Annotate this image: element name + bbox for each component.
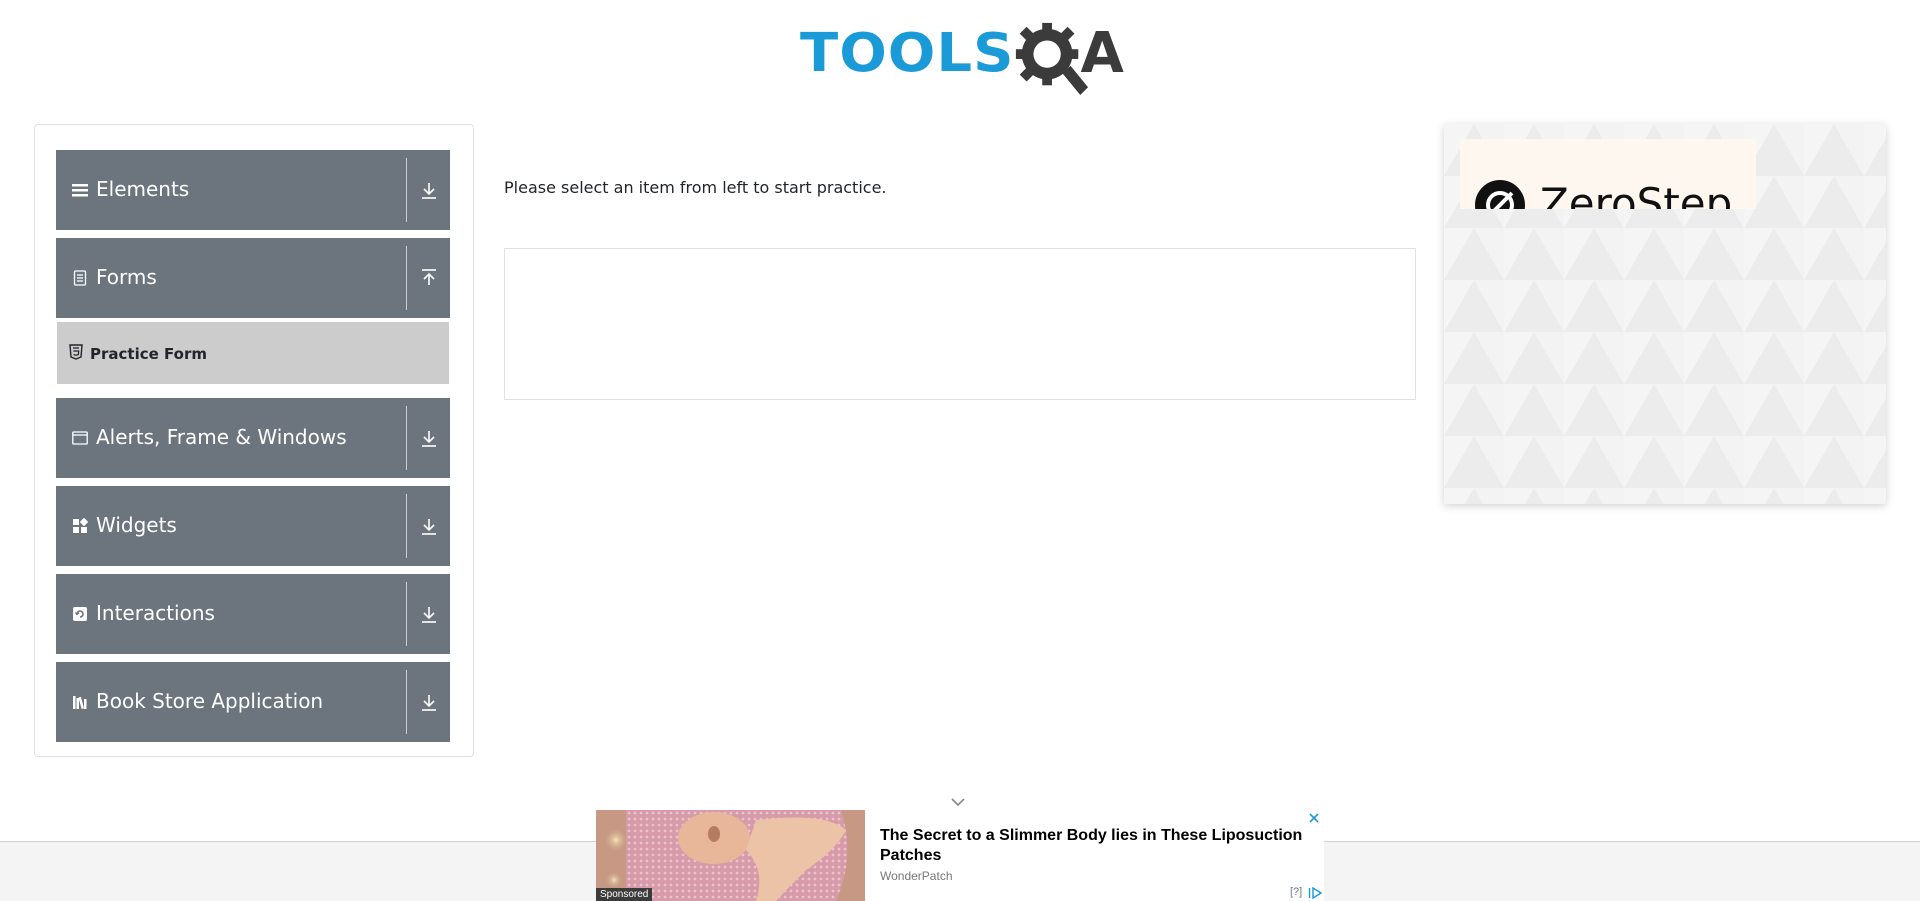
- interactions-icon: [73, 607, 87, 621]
- sidebar-group-widgets[interactable]: Widgets: [56, 486, 450, 566]
- sidebar-menu: Elements Forms Practice Form Alerts, Fra…: [34, 124, 474, 757]
- sidebar-group-forms[interactable]: Forms: [56, 238, 450, 318]
- close-icon[interactable]: [1308, 812, 1320, 824]
- chevron-down-icon[interactable]: [950, 796, 966, 808]
- window-icon: [72, 431, 88, 445]
- content-placeholder-box: [504, 248, 1416, 400]
- sidebar-group-label: Book Store Application: [96, 689, 324, 713]
- divider: [406, 246, 407, 310]
- sidebar-group-interactions[interactable]: Interactions: [56, 574, 450, 654]
- divider: [406, 582, 407, 646]
- widgets-icon: [73, 518, 88, 533]
- ad-image[interactable]: Sponsored: [596, 810, 865, 901]
- sidebar-item-practice-form[interactable]: Practice Form: [57, 322, 449, 384]
- ad-info-link[interactable]: [?]: [1290, 886, 1302, 898]
- zerostep-logo-icon: [1475, 180, 1525, 209]
- download-arrow-icon: [422, 431, 436, 447]
- sidebar-group-alerts-frame-windows[interactable]: Alerts, Frame & Windows: [56, 398, 450, 478]
- html5-icon: [69, 344, 83, 360]
- divider: [406, 494, 407, 558]
- sidebar-item-label: Practice Form: [90, 345, 207, 363]
- download-arrow-icon: [422, 695, 436, 711]
- sidebar-group-label: Elements: [96, 177, 190, 201]
- divider: [406, 406, 407, 470]
- intro-text: Please select an item from left to start…: [504, 178, 887, 197]
- sidebar-group-elements[interactable]: Elements: [56, 150, 450, 230]
- toolsqa-logo[interactable]: TOOLS A: [800, 14, 1130, 96]
- divider: [406, 158, 407, 222]
- download-arrow-icon: [422, 519, 436, 535]
- ad-advertiser[interactable]: WonderPatch: [880, 869, 953, 883]
- logo-text-tools: TOOLS: [800, 22, 1015, 85]
- side-ad-header: ZeroStep: [1460, 139, 1756, 209]
- sidebar-group-label: Widgets: [96, 513, 177, 537]
- side-ad-banner[interactable]: ZeroStep: [1444, 124, 1886, 504]
- upload-arrow-icon: [422, 269, 436, 285]
- gear-magnifier-icon: [1016, 22, 1089, 96]
- site-header: TOOLS A: [0, 0, 1920, 100]
- ad-headline[interactable]: The Secret to a Slimmer Body lies in The…: [880, 826, 1310, 866]
- sidebar-group-label: Alerts, Frame & Windows: [96, 425, 347, 449]
- sidebar-group-book-store-application[interactable]: Book Store Application: [56, 662, 450, 742]
- bottom-ad-banner[interactable]: Sponsored The Secret to a Slimmer Body l…: [596, 810, 1324, 901]
- sidebar-group-label: Forms: [96, 265, 157, 289]
- sponsored-label: Sponsored: [596, 888, 653, 901]
- sidebar-group-label: Interactions: [96, 601, 215, 625]
- zerostep-brand-text: ZeroStep: [1540, 179, 1733, 209]
- logo-text-a: A: [1080, 21, 1124, 86]
- download-arrow-icon: [422, 607, 436, 623]
- form-icon: [73, 270, 87, 286]
- books-icon: [73, 696, 87, 710]
- download-arrow-icon: [422, 183, 436, 199]
- adchoices-icon[interactable]: [1308, 887, 1322, 899]
- menu-icon: [72, 184, 88, 197]
- divider: [406, 670, 407, 734]
